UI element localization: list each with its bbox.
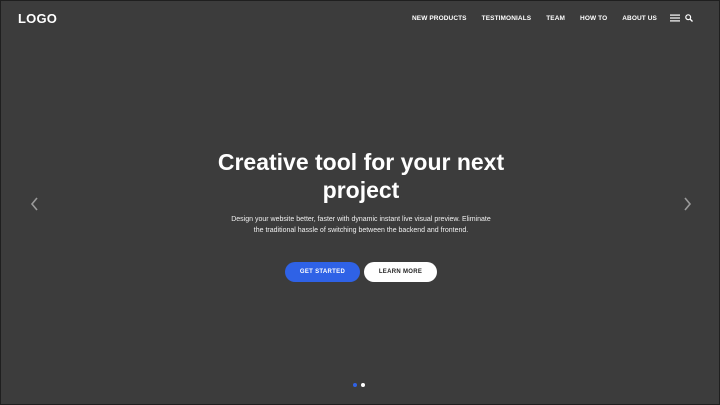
slide-dot[interactable] (361, 383, 365, 387)
logo[interactable]: LOGO (18, 11, 57, 26)
main-nav: NEW PRODUCTS TESTIMONIALS TEAM HOW TO AB… (412, 14, 693, 22)
nav-item-new-products[interactable]: NEW PRODUCTS (412, 15, 467, 22)
nav-item-about-us[interactable]: ABOUT US (622, 15, 657, 22)
slide-indicators (353, 383, 365, 387)
nav-item-team[interactable]: TEAM (546, 15, 565, 22)
hero-slide: Creative tool for your next project Desi… (1, 1, 719, 404)
next-slide-button[interactable] (681, 196, 693, 212)
hero-subtitle: Design your website better, faster with … (231, 216, 491, 234)
search-icon (685, 14, 693, 22)
get-started-button[interactable]: GET STARTED (285, 262, 360, 282)
chevron-left-icon (30, 197, 38, 211)
page-frame: Creative tool for your next project Desi… (0, 0, 720, 405)
prev-slide-button[interactable] (29, 196, 41, 212)
nav-icons (670, 14, 693, 22)
top-navbar: LOGO NEW PRODUCTS TESTIMONIALS TEAM HOW … (1, 1, 719, 37)
menu-icon (670, 14, 680, 22)
nav-item-testimonials[interactable]: TESTIMONIALS (482, 15, 532, 22)
slide-dot[interactable] (353, 383, 357, 387)
search-button[interactable] (685, 14, 693, 22)
learn-more-button[interactable]: LEARN MORE (364, 262, 437, 282)
menu-button[interactable] (670, 14, 680, 22)
chevron-right-icon (684, 197, 692, 211)
nav-item-how-to[interactable]: HOW TO (580, 15, 607, 22)
hero-title: Creative tool for your next project (217, 149, 505, 204)
